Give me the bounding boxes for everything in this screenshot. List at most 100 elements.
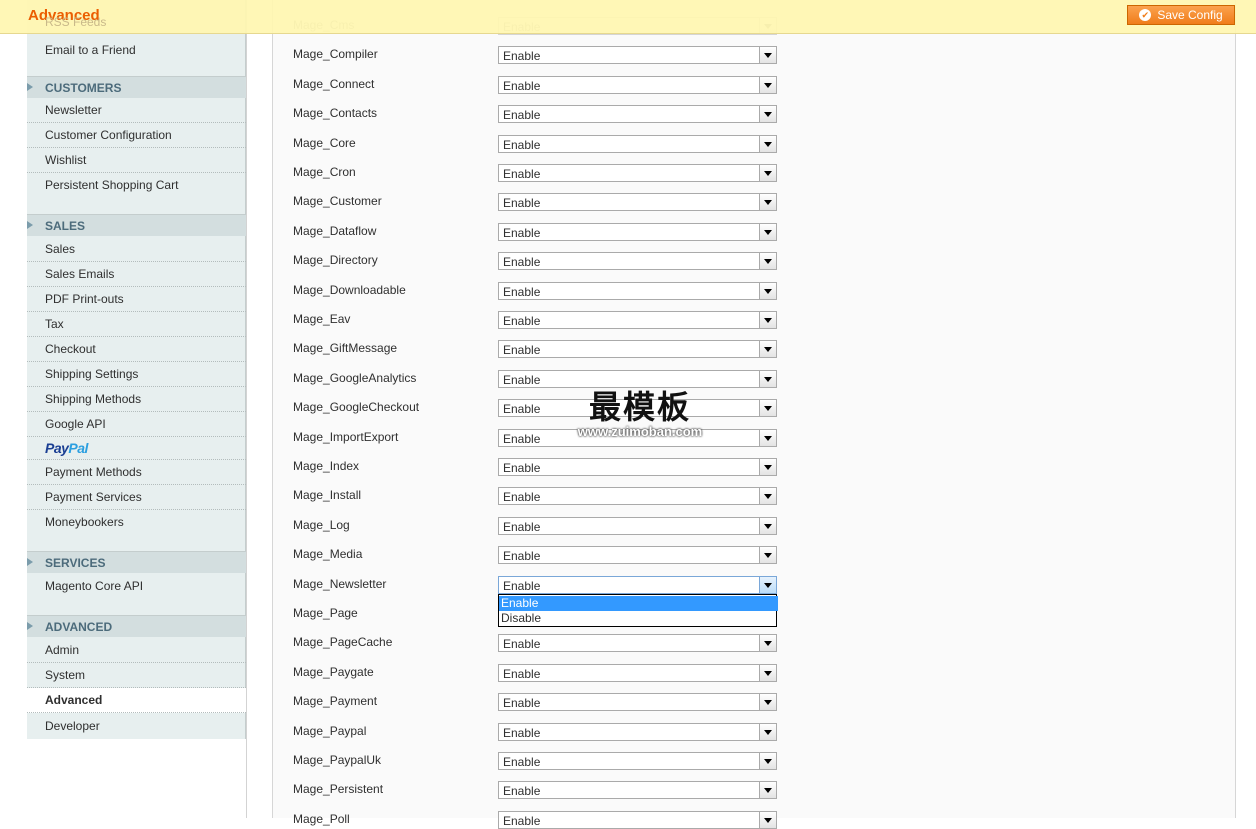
select-value: Enable bbox=[503, 285, 541, 299]
chevron-down-icon[interactable] bbox=[759, 724, 776, 740]
sidebar-section-sales[interactable]: SALES bbox=[27, 214, 246, 236]
module-status-select[interactable]: Enable bbox=[498, 46, 777, 64]
module-status-select[interactable]: Enable bbox=[498, 752, 777, 770]
chevron-down-icon[interactable] bbox=[759, 694, 776, 710]
module-status-select[interactable]: Enable bbox=[498, 458, 777, 476]
chevron-down-icon[interactable] bbox=[759, 224, 776, 240]
sidebar-item-sales-6[interactable]: Shipping Methods bbox=[27, 387, 246, 412]
sidebar-item-customers-1[interactable]: Customer Configuration bbox=[27, 123, 246, 148]
module-label: Mage_Install bbox=[293, 488, 362, 502]
sidebar-item-email-to-a-friend[interactable]: Email to a Friend bbox=[27, 38, 246, 63]
sidebar-section-services[interactable]: SERVICES bbox=[27, 551, 246, 573]
module-status-select[interactable]: Enable bbox=[498, 693, 777, 711]
module-status-select[interactable]: Enable bbox=[498, 517, 777, 535]
sidebar-item-sales-1[interactable]: Sales Emails bbox=[27, 262, 246, 287]
sidebar-section-customers[interactable]: CUSTOMERS bbox=[27, 76, 246, 98]
module-status-select[interactable]: Enable bbox=[498, 311, 777, 329]
module-status-select[interactable]: Enable bbox=[498, 664, 777, 682]
module-status-select[interactable]: Enable bbox=[498, 576, 777, 594]
module-status-select[interactable]: Enable bbox=[498, 282, 777, 300]
sidebar-item-customers-0[interactable]: Newsletter bbox=[27, 98, 246, 123]
section-title: SERVICES bbox=[45, 556, 106, 570]
module-label: Mage_Page bbox=[293, 606, 358, 620]
chevron-down-icon[interactable] bbox=[759, 106, 776, 122]
sidebar-section-advanced[interactable]: ADVANCED bbox=[27, 615, 246, 637]
chevron-down-icon[interactable] bbox=[759, 400, 776, 416]
module-label: Mage_Downloadable bbox=[293, 283, 406, 297]
select-value: Enable bbox=[503, 726, 541, 740]
chevron-down-icon[interactable] bbox=[759, 341, 776, 357]
chevron-down-icon[interactable] bbox=[759, 371, 776, 387]
sidebar-item-sales-5[interactable]: Shipping Settings bbox=[27, 362, 246, 387]
paypal-logo-pay: Pay bbox=[45, 440, 69, 456]
chevron-down-icon[interactable] bbox=[759, 635, 776, 651]
select-value: Enable bbox=[503, 461, 541, 475]
sidebar-item-sales-4[interactable]: Checkout bbox=[27, 337, 246, 362]
select-value: Enable bbox=[503, 373, 541, 387]
sidebar-item-customers-3[interactable]: Persistent Shopping Cart bbox=[27, 173, 246, 198]
sidebar-item-sales-after-0[interactable]: Payment Methods bbox=[27, 460, 246, 485]
chevron-down-icon[interactable] bbox=[759, 253, 776, 269]
module-status-select[interactable]: Enable bbox=[498, 634, 777, 652]
module-status-select[interactable]: Enable bbox=[498, 105, 777, 123]
sticky-header: Advanced ✔ Save Config bbox=[0, 0, 1256, 34]
module-status-select[interactable]: Enable bbox=[498, 340, 777, 358]
module-status-select[interactable]: Enable bbox=[498, 723, 777, 741]
chevron-down-icon[interactable] bbox=[759, 753, 776, 769]
sidebar-item-sales-7[interactable]: Google API bbox=[27, 412, 246, 437]
module-label: Mage_Core bbox=[293, 136, 356, 150]
chevron-down-icon[interactable] bbox=[759, 136, 776, 152]
section-title: CUSTOMERS bbox=[45, 81, 122, 95]
module-status-select[interactable]: Enable bbox=[498, 781, 777, 799]
chevron-down-icon[interactable] bbox=[759, 194, 776, 210]
chevron-down-icon[interactable] bbox=[759, 283, 776, 299]
module-status-select[interactable]: Enable bbox=[498, 223, 777, 241]
chevron-down-icon[interactable] bbox=[759, 312, 776, 328]
watermark: 最模板 www.zuimoban.com bbox=[560, 382, 720, 439]
module-status-select[interactable]: Enable bbox=[498, 193, 777, 211]
sidebar-item-system[interactable]: System bbox=[27, 663, 246, 688]
chevron-down-icon[interactable] bbox=[759, 165, 776, 181]
chevron-down-icon[interactable] bbox=[759, 577, 776, 593]
chevron-down-icon[interactable] bbox=[759, 488, 776, 504]
module-label: Mage_Paypal bbox=[293, 724, 367, 738]
sidebar-item-sales-3[interactable]: Tax bbox=[27, 312, 246, 337]
save-config-button[interactable]: ✔ Save Config bbox=[1127, 5, 1235, 25]
sidebar-item-admin[interactable]: Admin bbox=[27, 638, 246, 663]
sidebar-item-developer[interactable]: Developer bbox=[27, 714, 246, 739]
sidebar-item-sales-after-1[interactable]: Payment Services bbox=[27, 485, 246, 510]
section-arrow-icon bbox=[27, 83, 33, 91]
dropdown-option-enable[interactable]: Enable bbox=[499, 596, 778, 611]
chevron-down-icon[interactable] bbox=[759, 812, 776, 828]
module-status-select[interactable]: Enable bbox=[498, 252, 777, 270]
sidebar-item-customers-2[interactable]: Wishlist bbox=[27, 148, 246, 173]
chevron-down-icon[interactable] bbox=[759, 459, 776, 475]
module-label: Mage_Contacts bbox=[293, 106, 378, 120]
module-status-select[interactable]: Enable bbox=[498, 76, 777, 94]
sidebar-item-sales-2[interactable]: PDF Print-outs bbox=[27, 287, 246, 312]
section-arrow-icon bbox=[27, 221, 33, 229]
chevron-down-icon[interactable] bbox=[759, 665, 776, 681]
module-status-select[interactable]: Enable bbox=[498, 135, 777, 153]
sidebar-item-sales-after-2[interactable]: Moneybookers bbox=[27, 510, 246, 535]
select-value: Enable bbox=[503, 549, 541, 563]
sidebar-item-magento-core-api[interactable]: Magento Core API bbox=[27, 574, 246, 599]
watermark-text: 最模板 bbox=[588, 388, 691, 426]
chevron-down-icon[interactable] bbox=[759, 518, 776, 534]
module-status-select[interactable]: Enable bbox=[498, 546, 777, 564]
section-arrow-icon bbox=[27, 622, 33, 630]
chevron-down-icon[interactable] bbox=[759, 547, 776, 563]
module-label: Mage_Paygate bbox=[293, 665, 374, 679]
sidebar-item-advanced[interactable]: Advanced bbox=[27, 688, 246, 713]
module-status-select[interactable]: Enable bbox=[498, 487, 777, 505]
module-status-select[interactable]: Enable bbox=[498, 811, 777, 829]
module-status-select[interactable]: Enable bbox=[498, 164, 777, 182]
chevron-down-icon[interactable] bbox=[759, 430, 776, 446]
chevron-down-icon[interactable] bbox=[759, 782, 776, 798]
chevron-down-icon[interactable] bbox=[759, 47, 776, 63]
section-arrow-icon bbox=[27, 558, 33, 566]
sidebar-item-sales-0[interactable]: Sales bbox=[27, 237, 246, 262]
chevron-down-icon[interactable] bbox=[759, 77, 776, 93]
select-value: Enable bbox=[503, 432, 541, 446]
dropdown-option-disable[interactable]: Disable bbox=[499, 611, 778, 626]
